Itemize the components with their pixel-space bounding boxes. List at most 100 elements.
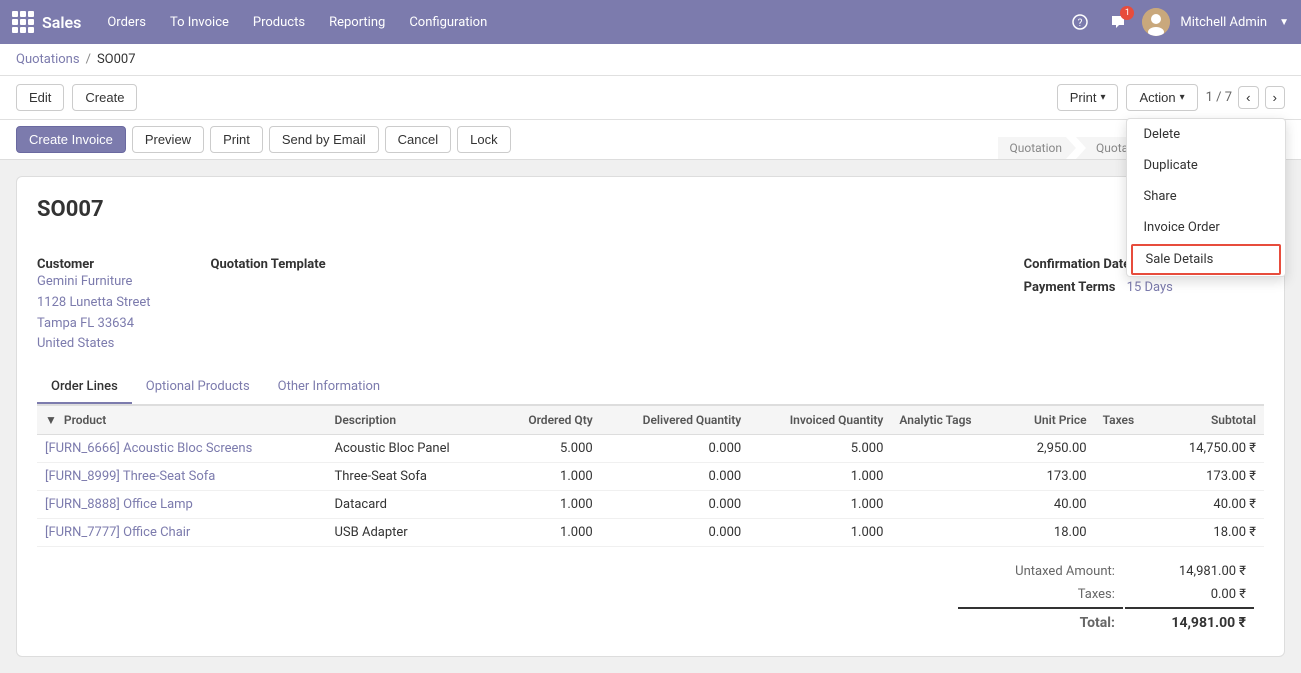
cell-price-3: 18.00 (1006, 519, 1095, 547)
action-button[interactable]: Action ▾ (1126, 84, 1197, 111)
sort-arrow[interactable]: ▼ (45, 413, 57, 427)
taxes-label: Taxes: (958, 584, 1123, 605)
nav-right: ? 1 Mitchell Admin ▼ (1066, 8, 1289, 36)
cell-subtotal-2: 40.00 ₹ (1156, 491, 1264, 519)
cell-subtotal-3: 18.00 ₹ (1156, 519, 1264, 547)
order-lines-table: ▼ Product Description Ordered Qty Delive… (37, 405, 1264, 547)
untaxed-label: Untaxed Amount: (958, 561, 1123, 582)
cell-delivered-2: 0.000 (601, 491, 750, 519)
table-row: [FURN_8888] Office Lamp Datacard 1.000 0… (37, 491, 1264, 519)
cell-subtotal-1: 173.00 ₹ (1156, 463, 1264, 491)
grid-icon (12, 11, 34, 33)
help-icon[interactable]: ? (1066, 8, 1094, 36)
cell-tags-1 (891, 463, 1005, 491)
cell-tags-0 (891, 435, 1005, 463)
create-invoice-button[interactable]: Create Invoice (16, 126, 126, 153)
document-number: SO007 (37, 197, 104, 222)
tab-other-information[interactable]: Other Information (264, 371, 394, 404)
col-description: Description (327, 406, 497, 435)
cell-tags-2 (891, 491, 1005, 519)
username[interactable]: Mitchell Admin (1180, 15, 1267, 30)
top-navigation: Sales Orders To Invoice Products Reporti… (0, 0, 1301, 44)
action-invoice-order[interactable]: Invoice Order (1127, 212, 1285, 243)
payment-terms-label: Payment Terms (1024, 280, 1116, 295)
nav-products[interactable]: Products (243, 11, 315, 34)
customer-addr1: 1128 Lunetta Street (37, 293, 151, 314)
cell-tags-3 (891, 519, 1005, 547)
app-logo[interactable]: Sales (12, 11, 81, 33)
cell-taxes-3 (1095, 519, 1157, 547)
table-row: [FURN_8999] Three-Seat Sofa Three-Seat S… (37, 463, 1264, 491)
table-body: [FURN_6666] Acoustic Bloc Screens Acoust… (37, 435, 1264, 547)
toolbar: Create Invoice Preview Print Send by Ema… (0, 120, 998, 159)
print-button[interactable]: Print ▾ (1057, 84, 1119, 111)
customer-address: Gemini Furniture 1128 Lunetta Street Tam… (37, 272, 151, 355)
avatar[interactable] (1142, 8, 1170, 36)
table-row: [FURN_7777] Office Chair USB Adapter 1.0… (37, 519, 1264, 547)
totals-table: Untaxed Amount: 14,981.00 ₹ Taxes: 0.00 … (956, 559, 1256, 636)
totals-untaxed-row: Untaxed Amount: 14,981.00 ₹ (958, 561, 1254, 582)
cell-product-3[interactable]: [FURN_7777] Office Chair (37, 519, 327, 547)
payment-terms-value[interactable]: 15 Days (1127, 280, 1173, 295)
col-taxes: Taxes (1095, 406, 1157, 435)
print-doc-button[interactable]: Print (210, 126, 263, 153)
col-subtotal: Subtotal (1156, 406, 1264, 435)
edit-button[interactable]: Edit (16, 84, 64, 111)
customer-name[interactable]: Gemini Furniture (37, 272, 151, 293)
action-dropdown-menu: Delete Duplicate Share Invoice Order Sal… (1126, 118, 1286, 277)
col-invoiced-qty: Invoiced Quantity (749, 406, 891, 435)
total-label: Total: (958, 607, 1123, 634)
cell-desc-3: USB Adapter (327, 519, 497, 547)
document-fields: Customer Gemini Furniture 1128 Lunetta S… (37, 257, 1264, 355)
cell-taxes-2 (1095, 491, 1157, 519)
action-duplicate[interactable]: Duplicate (1127, 150, 1285, 181)
taxes-value: 0.00 ₹ (1125, 584, 1254, 605)
chat-icon[interactable]: 1 (1104, 8, 1132, 36)
customer-field: Customer Gemini Furniture 1128 Lunetta S… (37, 257, 151, 355)
nav-reporting[interactable]: Reporting (319, 11, 395, 34)
status-quotation[interactable]: Quotation (998, 137, 1076, 159)
lock-button[interactable]: Lock (457, 126, 510, 153)
col-unit-price: Unit Price (1006, 406, 1095, 435)
cell-ordered-1: 1.000 (497, 463, 601, 491)
user-dropdown-arrow[interactable]: ▼ (1279, 17, 1289, 28)
cell-product-0[interactable]: [FURN_6666] Acoustic Bloc Screens (37, 435, 327, 463)
tab-order-lines[interactable]: Order Lines (37, 371, 132, 404)
document-card: SO007 ✎ 1 Invoices Customer Gemini Furni… (16, 176, 1285, 657)
preview-button[interactable]: Preview (132, 126, 204, 153)
breadcrumb-separator: / (86, 52, 91, 67)
cell-desc-2: Datacard (327, 491, 497, 519)
nav-orders[interactable]: Orders (97, 11, 156, 34)
nav-to-invoice[interactable]: To Invoice (160, 11, 239, 34)
totals-taxes-row: Taxes: 0.00 ₹ (958, 584, 1254, 605)
totals-total-row: Total: 14,981.00 ₹ (958, 607, 1254, 634)
tab-optional-products[interactable]: Optional Products (132, 371, 264, 404)
card-header: SO007 ✎ 1 Invoices (37, 197, 1264, 241)
pager-prev[interactable]: ‹ (1238, 86, 1258, 109)
send-by-email-button[interactable]: Send by Email (269, 126, 379, 153)
action-share[interactable]: Share (1127, 181, 1285, 212)
customer-label: Customer (37, 257, 151, 272)
col-ordered-qty: Ordered Qty (497, 406, 601, 435)
col-product: ▼ Product (37, 406, 327, 435)
col-delivered-qty: Delivered Quantity (601, 406, 750, 435)
cell-product-2[interactable]: [FURN_8888] Office Lamp (37, 491, 327, 519)
pager-next[interactable]: › (1265, 86, 1285, 109)
cell-product-1[interactable]: [FURN_8999] Three-Seat Sofa (37, 463, 327, 491)
action-sale-details[interactable]: Sale Details (1131, 244, 1281, 275)
cell-price-2: 40.00 (1006, 491, 1095, 519)
cell-taxes-0 (1095, 435, 1157, 463)
app-name: Sales (42, 13, 81, 32)
cell-invoiced-2: 1.000 (749, 491, 891, 519)
create-button[interactable]: Create (72, 84, 137, 111)
tabs: Order Lines Optional Products Other Info… (37, 371, 1264, 405)
col-analytic-tags: Analytic Tags (891, 406, 1005, 435)
nav-configuration[interactable]: Configuration (399, 11, 497, 34)
action-delete[interactable]: Delete (1127, 119, 1285, 150)
breadcrumb-parent[interactable]: Quotations (16, 52, 80, 67)
cell-desc-0: Acoustic Bloc Panel (327, 435, 497, 463)
customer-addr3: United States (37, 334, 151, 355)
cancel-button[interactable]: Cancel (385, 126, 451, 153)
totals-area: Untaxed Amount: 14,981.00 ₹ Taxes: 0.00 … (37, 547, 1264, 636)
cell-taxes-1 (1095, 463, 1157, 491)
